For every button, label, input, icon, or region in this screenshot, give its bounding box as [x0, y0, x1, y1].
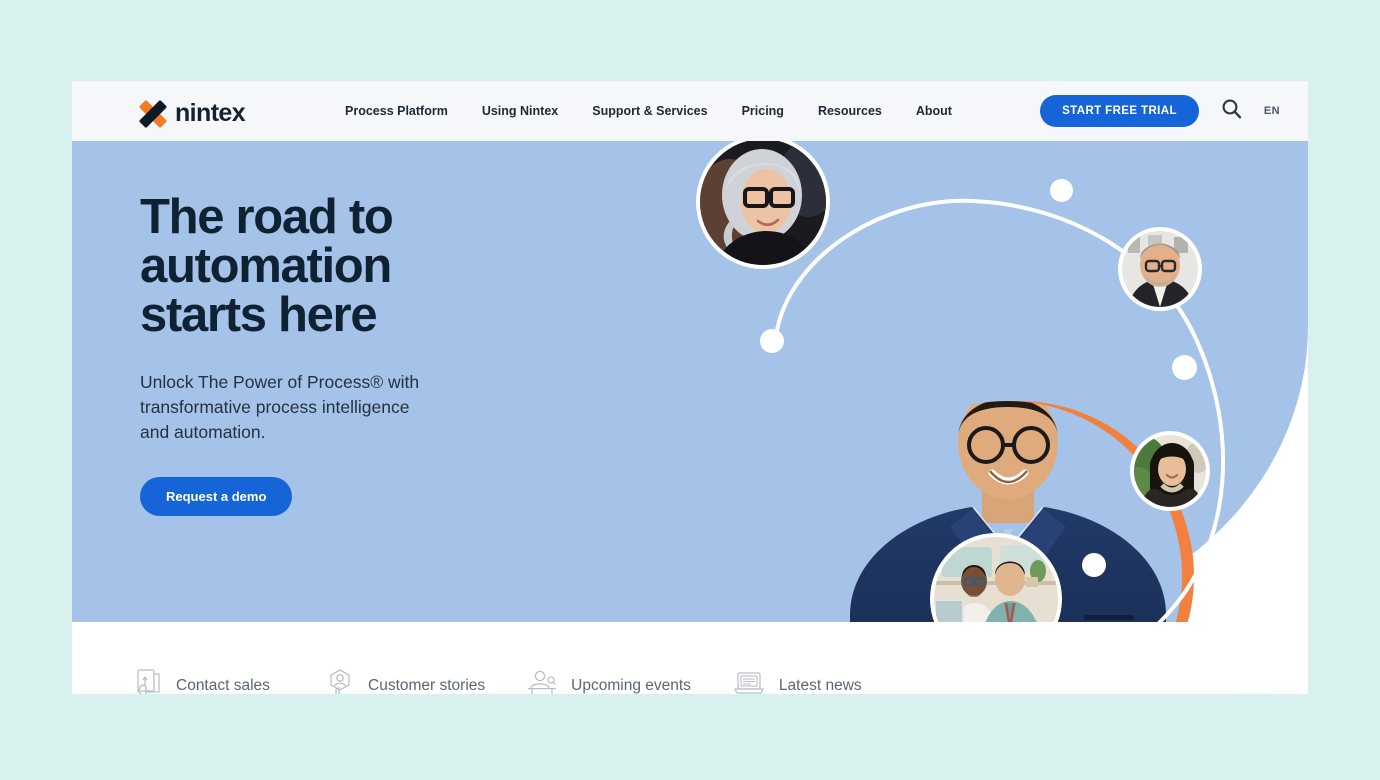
quick-link-label: Customer stories [368, 676, 486, 694]
nav-item-using-nintex[interactable]: Using Nintex [482, 104, 558, 118]
logo-wordmark: nintex [175, 99, 246, 127]
hand-document-icon [134, 668, 162, 694]
quick-link-label: Latest news [778, 676, 862, 694]
hero-section: The road to automation starts here Unloc… [72, 141, 1308, 694]
page-frame: nintex Process Platform Using Nintex Sup… [72, 81, 1308, 694]
nav-item-process-platform[interactable]: Process Platform [345, 104, 448, 118]
header-actions: START FREE TRIAL EN [1040, 81, 1280, 141]
quick-link-latest-news[interactable]: Latest news [733, 670, 883, 694]
hero-subtitle: Unlock The Power of Process® with transf… [140, 372, 420, 442]
hero-artwork [672, 141, 1308, 694]
quick-link-contact-sales[interactable]: Contact sales [134, 668, 284, 694]
quick-link-upcoming-events[interactable]: Upcoming events [527, 669, 691, 694]
person-badge-icon [326, 668, 354, 694]
quick-links: Contact sales Customer stories Upcoming … [134, 668, 883, 694]
nav-item-about[interactable]: About [916, 104, 952, 118]
nintex-x-logo-icon [138, 99, 168, 128]
orbit-dot-2 [1172, 355, 1197, 380]
quick-link-label: Contact sales [176, 676, 270, 694]
nav-item-resources[interactable]: Resources [818, 104, 882, 118]
quick-links-bar: Contact sales Customer stories Upcoming … [72, 622, 1308, 694]
quick-link-customer-stories[interactable]: Customer stories [326, 668, 485, 694]
nintex-logo[interactable]: nintex [138, 99, 246, 128]
search-icon[interactable] [1221, 98, 1242, 124]
page-title: The road to automation starts here [140, 190, 394, 342]
orbit-avatar-woman-glasses[interactable] [700, 141, 826, 265]
laptop-news-icon [733, 670, 765, 694]
main-navigation: Process Platform Using Nintex Support & … [345, 81, 952, 141]
orbit-dot-1 [1050, 179, 1073, 202]
person-desk-icon [527, 669, 557, 694]
request-a-demo-button[interactable]: Request a demo [140, 476, 293, 516]
orbit-avatar-woman-dark-hair[interactable] [1134, 435, 1206, 507]
quick-link-label: Upcoming events [571, 676, 691, 694]
nav-item-support-services[interactable]: Support & Services [592, 104, 707, 118]
orbit-dot-3 [1082, 553, 1106, 577]
nav-item-pricing[interactable]: Pricing [742, 104, 784, 118]
language-selector[interactable]: EN [1264, 105, 1280, 117]
orbit-dot-4 [760, 329, 784, 353]
site-header: nintex Process Platform Using Nintex Sup… [72, 81, 1308, 141]
hero-copy: The road to automation starts here Unloc… [140, 193, 560, 516]
start-free-trial-button[interactable]: START FREE TRIAL [1040, 95, 1199, 127]
orbit-avatar-man-grey-beard[interactable] [1122, 231, 1198, 307]
